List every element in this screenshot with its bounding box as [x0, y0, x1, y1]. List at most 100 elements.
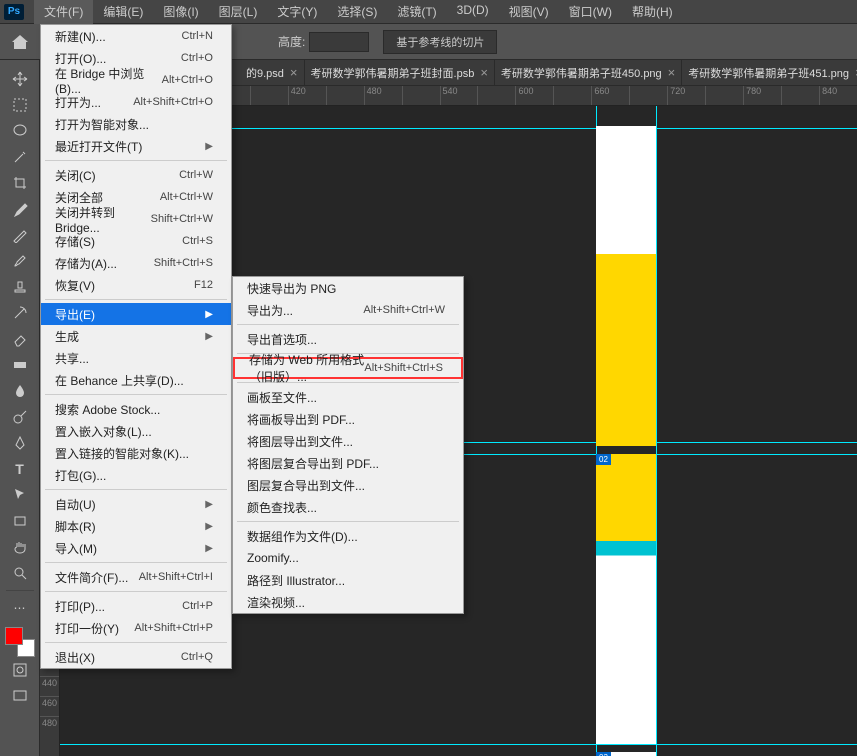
menu-item[interactable]: 打印一份(Y)Alt+Shift+Ctrl+P — [41, 617, 231, 639]
menu-shortcut: Ctrl+O — [181, 52, 213, 64]
menu-item[interactable]: 置入链接的智能对象(K)... — [41, 442, 231, 464]
menu-item[interactable]: 在 Bridge 中浏览(B)...Alt+Ctrl+O — [41, 69, 231, 91]
menu-item[interactable]: 数据组作为文件(D)... — [233, 525, 463, 547]
menu-文件[interactable]: 文件(F) — [34, 0, 93, 24]
menu-item[interactable]: 自动(U)▶ — [41, 493, 231, 515]
page-tag: 03 — [596, 752, 611, 756]
menu-item-label: 文件简介(F)... — [55, 569, 139, 586]
menu-item[interactable]: Zoomify... — [233, 547, 463, 569]
path-select-tool-icon[interactable] — [6, 483, 34, 507]
document-tab[interactable]: 考研数学郭伟暑期弟子班450.png× — [495, 60, 682, 86]
menu-shortcut: Shift+Ctrl+S — [154, 257, 213, 269]
menu-3d[interactable]: 3D(D) — [447, 0, 499, 24]
healing-tool-icon[interactable] — [6, 223, 34, 247]
menu-item[interactable]: 文件简介(F)...Alt+Shift+Ctrl+I — [41, 566, 231, 588]
menu-item[interactable]: 新建(N)...Ctrl+N — [41, 25, 231, 47]
blur-tool-icon[interactable] — [6, 379, 34, 403]
lasso-tool-icon[interactable] — [6, 119, 34, 143]
menu-帮助[interactable]: 帮助(H) — [622, 0, 683, 24]
menu-item[interactable]: 打开为智能对象... — [41, 113, 231, 135]
menu-窗口[interactable]: 窗口(W) — [559, 0, 622, 24]
menu-item[interactable]: 共享... — [41, 347, 231, 369]
menu-item[interactable]: 最近打开文件(T)▶ — [41, 135, 231, 157]
dodge-tool-icon[interactable] — [6, 405, 34, 429]
hand-tool-icon[interactable] — [6, 535, 34, 559]
close-icon[interactable]: × — [668, 65, 676, 80]
menu-shortcut: Ctrl+Q — [181, 651, 213, 663]
file-menu-dropdown: 新建(N)...Ctrl+N打开(O)...Ctrl+O在 Bridge 中浏览… — [40, 24, 232, 669]
pen-tool-icon[interactable] — [6, 431, 34, 455]
menu-视图[interactable]: 视图(V) — [499, 0, 559, 24]
menu-item[interactable]: 快速导出为 PNG — [233, 277, 463, 299]
close-icon[interactable]: × — [480, 65, 488, 80]
menu-item-label: 新建(N)... — [55, 28, 182, 45]
menu-item[interactable]: 搜索 Adobe Stock... — [41, 398, 231, 420]
close-icon[interactable]: × — [290, 65, 298, 80]
menu-item[interactable]: 将图层复合导出到 PDF... — [233, 452, 463, 474]
menu-item[interactable]: 导出首选项... — [233, 328, 463, 350]
menu-shortcut: Shift+Ctrl+W — [151, 213, 213, 225]
menu-item[interactable]: 渲染视频... — [233, 591, 463, 613]
menu-item[interactable]: 画板至文件... — [233, 386, 463, 408]
menu-item-label: 自动(U) — [55, 496, 199, 513]
menu-滤镜[interactable]: 滤镜(T) — [387, 0, 446, 24]
menu-item[interactable]: 导出(E)▶ — [41, 303, 231, 325]
document-tab[interactable]: 考研数学郭伟暑期弟子班封面.psb × — [305, 60, 495, 86]
menu-item[interactable]: 导出为...Alt+Shift+Ctrl+W — [233, 299, 463, 321]
crop-tool-icon[interactable] — [6, 171, 34, 195]
menu-item[interactable]: 打印(P)...Ctrl+P — [41, 595, 231, 617]
quickmask-icon[interactable] — [6, 658, 34, 682]
menu-图层[interactable]: 图层(L) — [209, 0, 268, 24]
guide-line[interactable] — [656, 106, 657, 756]
menu-item[interactable]: 存储(S)Ctrl+S — [41, 230, 231, 252]
rectangle-tool-icon[interactable] — [6, 509, 34, 533]
menu-item-label: 在 Bridge 中浏览(B)... — [55, 65, 162, 96]
menu-item[interactable]: 导入(M)▶ — [41, 537, 231, 559]
menu-item[interactable]: 打包(G)... — [41, 464, 231, 486]
gradient-tool-icon[interactable] — [6, 353, 34, 377]
height-input[interactable] — [309, 32, 369, 52]
menu-item[interactable]: 将画板导出到 PDF... — [233, 408, 463, 430]
menu-选择[interactable]: 选择(S) — [327, 0, 387, 24]
zoom-tool-icon[interactable] — [6, 561, 34, 585]
menu-item[interactable]: 存储为 Web 所用格式（旧版）...Alt+Shift+Ctrl+S — [233, 357, 463, 379]
menu-item[interactable]: 路径到 Illustrator... — [233, 569, 463, 591]
history-brush-tool-icon[interactable] — [6, 301, 34, 325]
menu-item-label: 导出首选项... — [247, 331, 445, 348]
slice-from-guides-button[interactable]: 基于参考线的切片 — [383, 30, 497, 54]
menu-item[interactable]: 退出(X)Ctrl+Q — [41, 646, 231, 668]
menu-item[interactable]: 在 Behance 上共享(D)... — [41, 369, 231, 391]
screen-mode-icon[interactable] — [6, 684, 34, 708]
menu-item-label: 颜色查找表... — [247, 499, 445, 516]
menu-item-label: 置入链接的智能对象(K)... — [55, 445, 213, 462]
guide-line[interactable] — [60, 744, 857, 745]
stamp-tool-icon[interactable] — [6, 275, 34, 299]
color-swatches[interactable] — [5, 627, 35, 657]
menu-item[interactable]: 关闭(C)Ctrl+W — [41, 164, 231, 186]
marquee-tool-icon[interactable] — [6, 93, 34, 117]
menu-item[interactable]: 关闭并转到 Bridge...Shift+Ctrl+W — [41, 208, 231, 230]
menu-item[interactable]: 生成▶ — [41, 325, 231, 347]
document-tab[interactable]: 的9.psd× — [240, 60, 305, 86]
brush-tool-icon[interactable] — [6, 249, 34, 273]
wand-tool-icon[interactable] — [6, 145, 34, 169]
menu-item[interactable]: 将图层导出到文件... — [233, 430, 463, 452]
menu-item[interactable]: 存储为(A)...Shift+Ctrl+S — [41, 252, 231, 274]
menu-item[interactable]: 颜色查找表... — [233, 496, 463, 518]
foreground-color[interactable] — [5, 627, 23, 645]
menu-编辑[interactable]: 编辑(E) — [93, 0, 153, 24]
menu-item[interactable]: 脚本(R)▶ — [41, 515, 231, 537]
edit-toolbar-icon[interactable]: ⋯ — [6, 596, 34, 620]
menu-图像[interactable]: 图像(I) — [153, 0, 208, 24]
type-tool-icon[interactable]: T — [6, 457, 34, 481]
eyedropper-tool-icon[interactable] — [6, 197, 34, 221]
menu-item[interactable]: 置入嵌入对象(L)... — [41, 420, 231, 442]
eraser-tool-icon[interactable] — [6, 327, 34, 351]
home-icon[interactable] — [10, 32, 30, 52]
menu-item[interactable]: 图层复合导出到文件... — [233, 474, 463, 496]
tab-label: 考研数学郭伟暑期弟子班封面.psb — [311, 65, 475, 81]
document-tab[interactable]: 考研数学郭伟暑期弟子班451.png× — [682, 60, 857, 86]
move-tool-icon[interactable] — [6, 67, 34, 91]
menu-item[interactable]: 恢复(V)F12 — [41, 274, 231, 296]
menu-文字[interactable]: 文字(Y) — [267, 0, 327, 24]
